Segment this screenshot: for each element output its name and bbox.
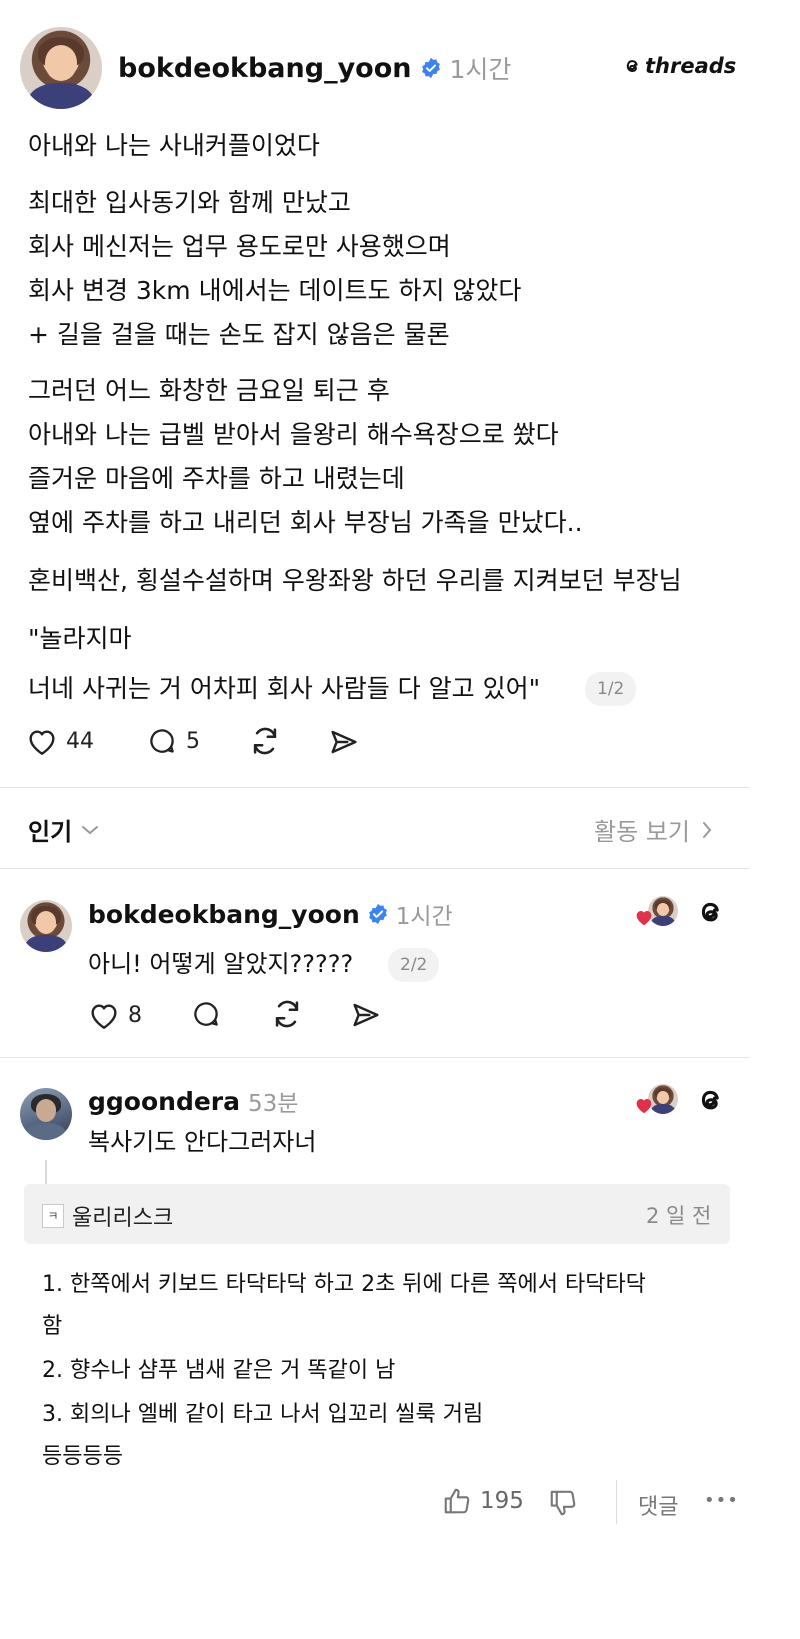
comment-line: 3. 회의나 엘베 같이 타고 나서 입꼬리 씰룩 거림 bbox=[42, 1402, 484, 1427]
red-heart-icon bbox=[636, 910, 652, 926]
heart-icon[interactable] bbox=[26, 726, 58, 756]
post-line: 아내와 나는 급벨 받아서 을왕리 해수욕장으로 쐈다 bbox=[28, 420, 559, 449]
post-author-avatar[interactable] bbox=[20, 27, 102, 109]
post-pager: 1/2 bbox=[585, 672, 637, 706]
post-line: 최대한 입사동기와 함께 만났고 bbox=[28, 188, 351, 217]
post-line: 너네 사귀는 거 어차피 회사 사람들 다 알고 있어" bbox=[28, 674, 541, 703]
reply-text: 복사기도 안다그러자너 bbox=[88, 1128, 317, 1156]
post-line: 아내와 나는 사내커플이었다 bbox=[28, 131, 320, 160]
comment-count: 5 bbox=[186, 728, 200, 754]
author-liked-badge bbox=[634, 1084, 680, 1116]
thread-connector-line bbox=[45, 1160, 47, 1184]
comment-line: 등등등등 bbox=[42, 1444, 123, 1469]
divider bbox=[0, 1057, 750, 1058]
post-line: + 길을 걸을 때는 손도 잡지 않음은 물론 bbox=[28, 320, 450, 349]
comment-line: 함 bbox=[42, 1314, 63, 1339]
post-time: 1시간 bbox=[449, 55, 512, 84]
threads-logo-icon bbox=[626, 60, 638, 73]
post-username[interactable]: bokdeokbang_yoon bbox=[118, 53, 412, 84]
post-line: "놀라지마 bbox=[28, 624, 132, 653]
divider bbox=[0, 868, 750, 869]
verified-badge-icon bbox=[421, 57, 440, 79]
like-action[interactable]: 44 bbox=[26, 726, 94, 756]
comment-bubble-icon[interactable] bbox=[146, 726, 178, 756]
divider bbox=[0, 787, 750, 788]
post-line: 회사 변경 3km 내에서는 데이트도 하지 않았다 bbox=[28, 276, 522, 305]
source-age: 2 일 전 bbox=[646, 1204, 712, 1228]
reply-like-action[interactable]: 8 bbox=[88, 1000, 142, 1030]
threads-brand: threads bbox=[622, 54, 736, 78]
source-badge: ㅋ bbox=[47, 1209, 59, 1223]
threads-logo-icon[interactable] bbox=[694, 1083, 726, 1117]
reply-like-count: 8 bbox=[128, 1002, 142, 1028]
reply-pager: 2/2 bbox=[388, 948, 440, 982]
verified-badge-icon bbox=[368, 903, 387, 925]
upvote-count: 195 bbox=[480, 1488, 524, 1514]
post-line: 그러던 어느 화창한 금요일 퇴근 후 bbox=[28, 376, 390, 405]
reply-header: bokdeokbang_yoon 1시간 bbox=[88, 897, 453, 931]
view-activity-label: 활동 보기 bbox=[594, 818, 690, 846]
comment-line: 1. 한쪽에서 키보드 타닥타닥 하고 2초 뒤에 다른 쪽에서 타닥타닥 bbox=[42, 1272, 646, 1297]
reply-time: 1시간 bbox=[395, 904, 453, 930]
post-line: 회사 메신저는 업무 용도로만 사용했으며 bbox=[28, 232, 451, 261]
thumbs-up-icon[interactable] bbox=[442, 1486, 472, 1516]
share-send-icon[interactable] bbox=[350, 999, 382, 1031]
reply-username[interactable]: bokdeokbang_yoon bbox=[88, 900, 360, 929]
comment-label[interactable]: 댓글 bbox=[638, 1489, 678, 1521]
source-bar[interactable]: ㅋ 울리리스크 2 일 전 bbox=[24, 1184, 730, 1244]
comment-action[interactable]: 5 bbox=[146, 726, 200, 756]
reply-author-avatar[interactable] bbox=[20, 1088, 72, 1140]
thumbs-down-icon[interactable] bbox=[548, 1488, 578, 1518]
source-name: 울리리스크 bbox=[72, 1206, 174, 1231]
threads-logo-icon[interactable] bbox=[694, 895, 726, 929]
reply-author-avatar[interactable] bbox=[20, 900, 72, 952]
chevron-down-icon bbox=[82, 825, 99, 834]
share-send-icon[interactable] bbox=[328, 726, 360, 758]
chevron-right-icon bbox=[702, 821, 712, 838]
post-line: 옆에 주차를 하고 내리던 회사 부장님 가족을 만났다.. bbox=[28, 508, 583, 537]
heart-icon[interactable] bbox=[88, 1000, 120, 1030]
footer-divider bbox=[616, 1480, 617, 1524]
sort-label: 인기 bbox=[28, 818, 73, 846]
threads-brand-text: threads bbox=[645, 54, 737, 78]
reply-header: ggoondera 53분 bbox=[88, 1084, 298, 1118]
sort-dropdown[interactable]: 인기 bbox=[28, 812, 100, 847]
author-liked-badge bbox=[634, 896, 680, 928]
reply-text: 아니! 어떻게 알았지????? bbox=[88, 950, 354, 978]
post-header: bokdeokbang_yoon 1시간 bbox=[118, 50, 511, 86]
comment-line: 2. 향수나 샴푸 냄새 같은 거 똑같이 남 bbox=[42, 1358, 396, 1383]
more-options-icon[interactable]: ••• bbox=[704, 1490, 739, 1511]
repost-icon[interactable] bbox=[270, 997, 304, 1031]
source-logo-icon: ㅋ bbox=[42, 1204, 64, 1228]
red-heart-icon bbox=[636, 1098, 652, 1114]
comment-bubble-icon[interactable] bbox=[190, 999, 222, 1029]
post-line: 즐거운 마음에 주차를 하고 내렸는데 bbox=[28, 464, 405, 493]
like-count: 44 bbox=[66, 728, 94, 754]
reply-time: 53분 bbox=[248, 1091, 299, 1117]
post-line: 혼비백산, 횡설수설하며 우왕좌왕 하던 우리를 지켜보던 부장님 bbox=[28, 566, 682, 595]
reply-username[interactable]: ggoondera bbox=[88, 1087, 240, 1116]
upvote-action[interactable]: 195 bbox=[442, 1486, 524, 1516]
repost-icon[interactable] bbox=[248, 724, 282, 758]
view-activity-link[interactable]: 활동 보기 bbox=[594, 812, 714, 847]
